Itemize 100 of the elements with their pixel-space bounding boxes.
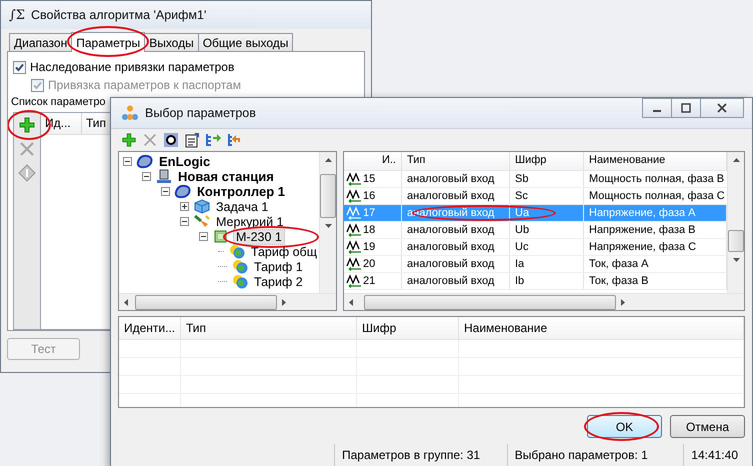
maximize-button[interactable] [671,98,701,118]
signal-input-icon [346,257,362,271]
table-cell: Ua [510,205,584,221]
tree-line [218,266,227,268]
table-row[interactable]: 20 аналоговый вход Ia Ток, фаза A [344,256,727,273]
column-header[interactable]: Шифр [357,317,459,339]
horizontal-scrollbar[interactable] [344,293,744,310]
table-row[interactable]: 19 аналоговый вход Uc Напряжение, фаза C [344,239,727,256]
minimize-icon [653,110,661,112]
tree-item[interactable]: Тариф 2 [252,274,305,288]
table-cell: 21 [363,275,376,287]
column-header[interactable]: И.. [344,152,402,170]
column-header[interactable]: Тип [181,317,357,339]
table-cell: 18 [363,224,376,236]
table-cell: аналоговый вход [402,188,510,204]
scroll-thumb[interactable] [135,294,277,310]
close-icon [717,103,727,113]
table-row[interactable]: 18 аналоговый вход Ub Напряжение, фаза B [344,222,727,239]
table-cell: 20 [363,258,376,270]
table-cell: аналоговый вход [402,256,510,272]
table-cell: Sb [510,171,584,187]
signal-input-icon [346,274,362,288]
scroll-thumb[interactable] [728,230,744,252]
signal-input-icon [346,172,362,186]
table-cell: Ia [510,256,584,272]
tree-item[interactable]: EnLogic [157,154,212,169]
table-cell: 17 [363,207,376,219]
tab[interactable]: Общие выходы [198,33,294,51]
tree-item[interactable]: Новая станция [176,169,276,184]
minimize-button[interactable] [642,98,672,118]
tree-item[interactable]: Меркурий 1 [214,214,286,228]
window-title: Свойства алгоритма 'Арифм1' [30,8,206,22]
vertical-scrollbar[interactable] [727,152,744,293]
tree-item[interactable]: Задача 1 [214,200,270,214]
expand-toggle[interactable] [161,187,172,196]
window-icon-text: ∫Σ [9,8,25,22]
table-cell: Sc [510,188,584,204]
clipboard-button[interactable] [184,132,200,148]
expand-toggle[interactable] [180,202,191,211]
checkbox[interactable] [13,60,26,74]
column-header[interactable]: Тип [402,152,510,170]
scroll-up-icon[interactable] [324,158,332,162]
signal-input-icon [346,223,362,237]
column-header[interactable]: Иденти... [119,317,181,339]
table-cell: 19 [363,241,376,253]
table-cell: 15 [363,173,376,185]
table-cell: Ub [510,222,584,238]
expand-toggle[interactable] [180,217,191,226]
tree-item[interactable]: Тариф общ [248,244,319,258]
tree-line [218,250,224,252]
scroll-up-icon[interactable] [732,158,740,162]
table-cell: 16 [363,190,376,202]
scroll-right-icon[interactable] [621,298,625,306]
table-cell: аналоговый вход [402,171,510,187]
expand-toggle[interactable] [123,157,134,166]
scroll-thumb[interactable] [364,294,616,310]
maximize-icon [681,103,691,113]
status-text: Выбрано параметров: 1 [506,444,684,466]
window-title: Выбор параметров [145,106,256,120]
table-row[interactable]: 21 аналоговый вход Ib Ток, фаза B [344,273,727,290]
status-text: 14:41:40 [683,444,745,466]
scroll-down-icon[interactable] [324,224,332,228]
status-text: Параметров в группе: 31 [334,444,507,466]
column-header[interactable]: Шифр [510,152,584,170]
signal-input-icon [346,189,362,203]
cancel-button[interactable]: Отмена [670,415,745,438]
checkbox-label: Привязка параметров к паспортам [48,78,241,92]
scroll-left-icon[interactable] [124,298,128,306]
tab[interactable]: Диапазон [9,33,72,51]
scroll-down-icon[interactable] [732,258,740,262]
scroll-left-icon[interactable] [349,298,353,306]
add-button[interactable] [121,132,137,148]
tree-arrow-button[interactable] [205,132,221,148]
table-cell: аналоговый вход [402,273,510,289]
tree-item[interactable]: M-230 1 [233,228,285,244]
table-cell: Ib [510,273,584,289]
horizontal-scrollbar[interactable] [119,293,336,310]
scroll-right-icon[interactable] [282,298,286,306]
close-button[interactable] [700,98,744,118]
signal-input-icon [346,206,362,220]
expand-toggle[interactable] [199,232,210,241]
table-cell: аналоговый вход [402,239,510,255]
list-label: Список параметро [11,96,107,110]
signal-input-icon [346,240,362,254]
column-header[interactable]: Наименование [459,317,744,339]
add-button[interactable] [17,115,37,135]
ok-button[interactable]: OK [587,415,662,438]
table-cell: Uc [510,239,584,255]
expand-toggle[interactable] [142,172,153,181]
scroll-thumb[interactable] [320,174,336,218]
tree-line [218,280,227,282]
tab[interactable]: Выходы [144,33,199,51]
checkbox-label: Наследование привязки параметров [30,60,234,74]
table-cell: аналоговый вход [402,222,510,238]
tab[interactable]: Параметры [71,32,146,52]
tree-item[interactable]: Тариф 1 [252,260,305,274]
vertical-scrollbar[interactable] [319,152,336,293]
tree-undo-button[interactable] [226,132,242,148]
tree-item[interactable]: Контроллер 1 [195,184,288,199]
org-chart-icon [121,105,139,121]
